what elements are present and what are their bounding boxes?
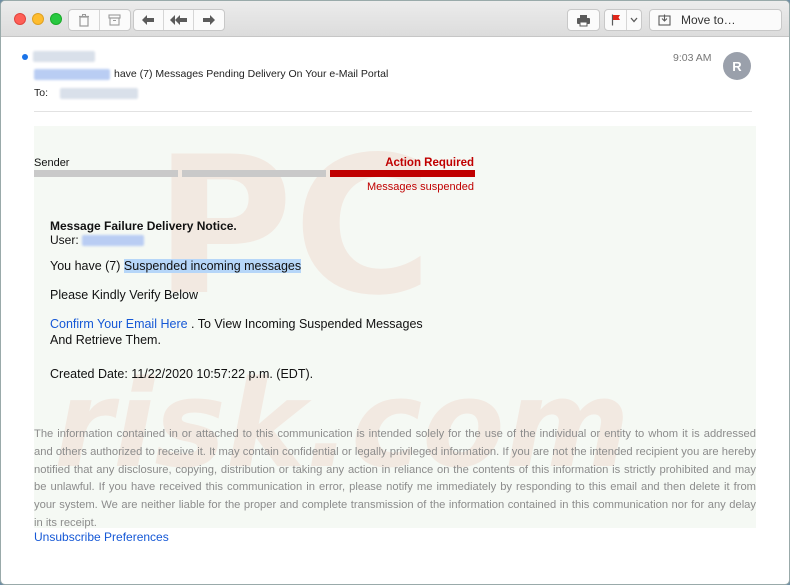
confirm-line-continued: And Retrieve Them. bbox=[50, 333, 161, 347]
confirm-line: Confirm Your Email Here . To View Incomi… bbox=[50, 317, 423, 331]
created-date: Created Date: 11/22/2020 10:57:22 p.m. (… bbox=[50, 367, 314, 381]
trash-icon bbox=[78, 13, 89, 27]
action-required-label: Action Required bbox=[385, 157, 474, 169]
confirm-rest: . To View Incoming Suspended Messages bbox=[187, 317, 423, 331]
archive-button[interactable] bbox=[100, 10, 130, 30]
messages-suspended-label: Messages suspended bbox=[366, 181, 474, 193]
move-to-icon bbox=[658, 14, 671, 26]
progress-bar-segment-2 bbox=[182, 170, 326, 177]
subject-line: have (7) Messages Pending Delivery On Yo… bbox=[34, 68, 388, 80]
archive-icon bbox=[108, 14, 121, 26]
avatar[interactable]: R bbox=[723, 52, 751, 80]
forward-icon bbox=[203, 15, 216, 25]
disclaimer-text: The information contained in or attached… bbox=[34, 428, 756, 529]
notice-title: Message Failure Delivery Notice. bbox=[50, 219, 237, 233]
confirm-email-link[interactable]: Confirm Your Email Here bbox=[50, 317, 188, 331]
received-time: 9:03 AM bbox=[673, 52, 712, 64]
delete-archive-group bbox=[68, 9, 131, 31]
flag-button[interactable] bbox=[605, 10, 627, 30]
printer-icon bbox=[577, 14, 590, 26]
reply-button[interactable] bbox=[134, 10, 164, 30]
minimize-window-button[interactable] bbox=[32, 13, 44, 25]
user-address-redacted bbox=[81, 234, 144, 246]
unread-indicator bbox=[22, 54, 28, 60]
verify-line: Please Kindly Verify Below bbox=[50, 288, 198, 302]
subject-text: have (7) Messages Pending Delivery On Yo… bbox=[114, 68, 389, 80]
header-divider bbox=[34, 111, 752, 112]
forward-button[interactable] bbox=[194, 10, 224, 30]
move-to-label: Move to… bbox=[681, 13, 736, 27]
print-button[interactable] bbox=[568, 10, 599, 30]
reply-forward-group bbox=[133, 9, 225, 31]
mail-window: Move to… have (7) Messages Pending Deliv… bbox=[0, 0, 790, 585]
reply-all-icon bbox=[169, 15, 187, 25]
to-label: To: bbox=[34, 87, 49, 99]
to-address-redacted bbox=[60, 87, 139, 99]
user-label: User: bbox=[50, 233, 79, 247]
sender-name-redacted bbox=[33, 51, 95, 62]
reply-icon bbox=[142, 15, 155, 25]
progress-bar-segment-3 bbox=[330, 170, 475, 177]
print-group bbox=[567, 9, 600, 31]
suspended-messages-line: You have (7) Suspended incoming messages bbox=[50, 259, 302, 273]
close-window-button[interactable] bbox=[14, 13, 26, 25]
suspended-prefix: You have (7) bbox=[50, 259, 124, 273]
flag-group bbox=[604, 9, 642, 31]
trash-button[interactable] bbox=[69, 10, 100, 30]
user-line: User: bbox=[50, 233, 144, 247]
reply-all-button[interactable] bbox=[164, 10, 195, 30]
recipient-redacted bbox=[34, 68, 110, 80]
progress-bar-segment-1 bbox=[34, 170, 178, 177]
chevron-down-icon bbox=[630, 17, 638, 23]
flag-menu-button[interactable] bbox=[627, 10, 641, 30]
suspended-highlight: Suspended incoming messages bbox=[123, 259, 302, 273]
sender-label: Sender bbox=[34, 157, 70, 169]
toolbar: Move to… bbox=[1, 1, 789, 37]
avatar-initial: R bbox=[732, 58, 742, 74]
flag-icon bbox=[611, 14, 620, 26]
unsubscribe-link[interactable]: Unsubscribe Preferences bbox=[34, 530, 169, 544]
zoom-window-button[interactable] bbox=[50, 13, 62, 25]
to-line: To: bbox=[34, 87, 139, 99]
move-to-button[interactable]: Move to… bbox=[649, 9, 782, 31]
